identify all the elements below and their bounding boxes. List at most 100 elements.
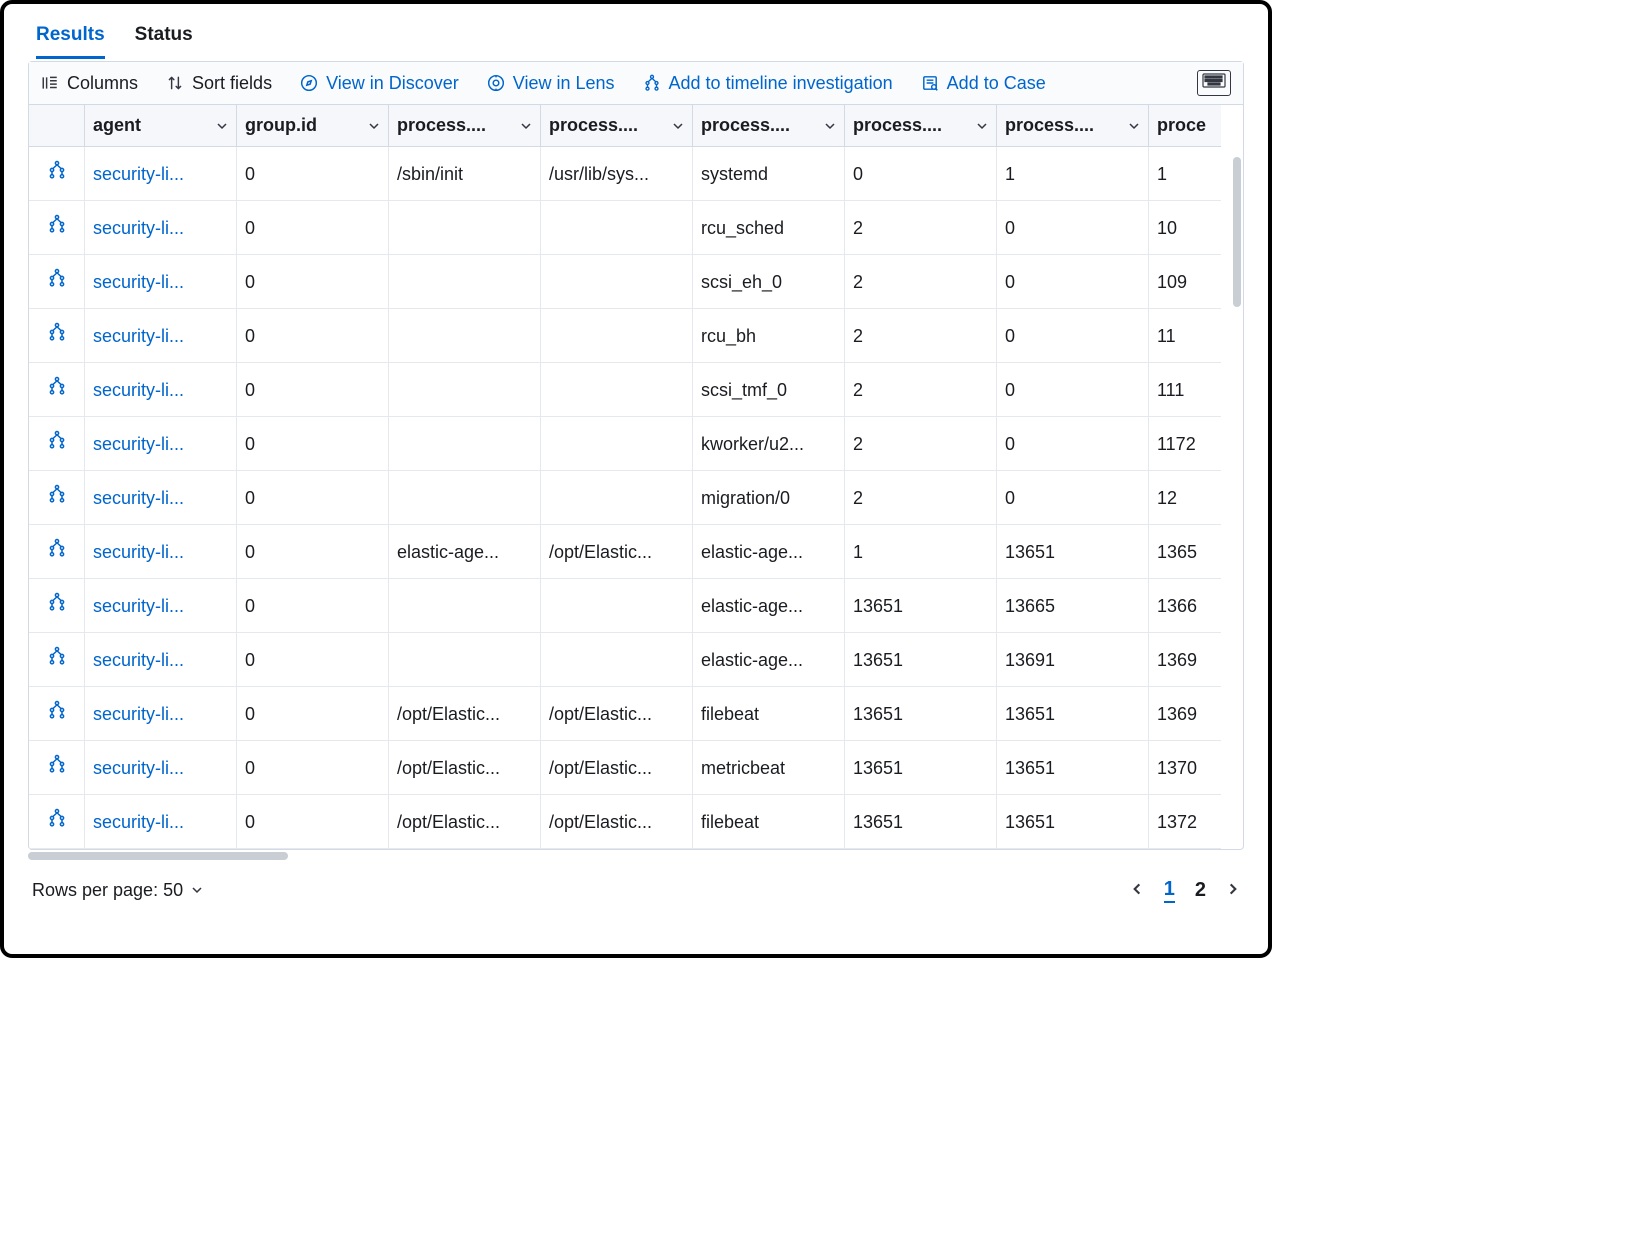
- column-header-process-5[interactable]: process....: [693, 105, 845, 147]
- column-header-group-id[interactable]: group.id: [237, 105, 389, 147]
- cell-agent[interactable]: security-li...: [85, 525, 237, 579]
- analyze-icon: [47, 164, 67, 184]
- row-analyze-button[interactable]: [29, 309, 85, 363]
- tab-results[interactable]: Results: [36, 20, 105, 59]
- cell-process-3: /opt/Elastic...: [389, 741, 541, 795]
- column-header-label: process....: [397, 115, 486, 136]
- cell-process-8: 1366: [1149, 579, 1221, 633]
- pagination-page-1[interactable]: 1: [1164, 878, 1175, 903]
- cell-process-7: 13665: [997, 579, 1149, 633]
- cell-agent[interactable]: security-li...: [85, 741, 237, 795]
- cell-group-id: 0: [237, 417, 389, 471]
- add-to-case-label: Add to Case: [947, 73, 1046, 94]
- analyze-icon: [47, 650, 67, 670]
- horizontal-scrollbar[interactable]: [28, 852, 1244, 862]
- cell-process-3: /opt/Elastic...: [389, 795, 541, 849]
- cell-process-5: filebeat: [693, 795, 845, 849]
- row-analyze-button[interactable]: [29, 201, 85, 255]
- column-header-agent[interactable]: agent: [85, 105, 237, 147]
- cell-group-id: 0: [237, 525, 389, 579]
- row-analyze-button[interactable]: [29, 633, 85, 687]
- row-analyze-button[interactable]: [29, 417, 85, 471]
- cell-process-3: [389, 633, 541, 687]
- cell-process-4: [541, 579, 693, 633]
- cell-agent[interactable]: security-li...: [85, 309, 237, 363]
- rows-per-page-button[interactable]: Rows per page: 50: [32, 880, 203, 901]
- column-header-process-7[interactable]: process....: [997, 105, 1149, 147]
- cell-process-7: 1: [997, 147, 1149, 201]
- cell-process-6: 2: [845, 255, 997, 309]
- cell-agent[interactable]: security-li...: [85, 687, 237, 741]
- add-to-case-link[interactable]: Add to Case: [921, 73, 1046, 94]
- view-in-discover-link[interactable]: View in Discover: [300, 73, 459, 94]
- row-analyze-button[interactable]: [29, 471, 85, 525]
- row-analyze-button[interactable]: [29, 795, 85, 849]
- cell-group-id: 0: [237, 255, 389, 309]
- cell-agent[interactable]: security-li...: [85, 795, 237, 849]
- cell-process-7: 13651: [997, 795, 1149, 849]
- pagination-next-button[interactable]: [1226, 879, 1240, 902]
- sort-fields-button[interactable]: Sort fields: [166, 73, 272, 94]
- cell-process-7: 0: [997, 255, 1149, 309]
- cell-process-3: /opt/Elastic...: [389, 687, 541, 741]
- analyze-icon: [47, 434, 67, 454]
- cell-agent[interactable]: security-li...: [85, 255, 237, 309]
- pagination-prev-button[interactable]: [1130, 879, 1144, 902]
- row-analyze-button[interactable]: [29, 255, 85, 309]
- cell-process-6: 13651: [845, 687, 997, 741]
- cell-agent[interactable]: security-li...: [85, 417, 237, 471]
- cell-group-id: 0: [237, 471, 389, 525]
- cell-agent[interactable]: security-li...: [85, 147, 237, 201]
- view-in-lens-link[interactable]: View in Lens: [487, 73, 615, 94]
- timeline-icon: [643, 74, 661, 92]
- add-to-timeline-link[interactable]: Add to timeline investigation: [643, 73, 893, 94]
- cell-process-5: rcu_sched: [693, 201, 845, 255]
- column-header-label: process....: [701, 115, 790, 136]
- row-analyze-button[interactable]: [29, 525, 85, 579]
- column-header-process-4[interactable]: process....: [541, 105, 693, 147]
- cell-process-5: elastic-age...: [693, 525, 845, 579]
- cell-process-8: 1370: [1149, 741, 1221, 795]
- cell-agent[interactable]: security-li...: [85, 579, 237, 633]
- chevron-down-icon: [976, 120, 988, 132]
- row-analyze-button[interactable]: [29, 687, 85, 741]
- cell-process-3: [389, 309, 541, 363]
- view-in-lens-label: View in Lens: [513, 73, 615, 94]
- columns-button[interactable]: Columns: [41, 73, 138, 94]
- cell-agent[interactable]: security-li...: [85, 363, 237, 417]
- view-in-discover-label: View in Discover: [326, 73, 459, 94]
- row-analyze-button[interactable]: [29, 363, 85, 417]
- cell-process-4: /usr/lib/sys...: [541, 147, 693, 201]
- cell-process-4: [541, 309, 693, 363]
- column-header-process-6[interactable]: process....: [845, 105, 997, 147]
- cell-process-4: /opt/Elastic...: [541, 741, 693, 795]
- cell-process-3: [389, 255, 541, 309]
- cell-process-6: 13651: [845, 633, 997, 687]
- cell-agent[interactable]: security-li...: [85, 471, 237, 525]
- cell-agent[interactable]: security-li...: [85, 201, 237, 255]
- cell-process-7: 0: [997, 363, 1149, 417]
- cell-process-4: [541, 363, 693, 417]
- pagination-page-2[interactable]: 2: [1195, 879, 1206, 902]
- column-header-process-8[interactable]: proce: [1149, 105, 1221, 147]
- cell-process-3: [389, 579, 541, 633]
- row-analyze-button[interactable]: [29, 147, 85, 201]
- row-analyze-button[interactable]: [29, 741, 85, 795]
- row-analyze-button[interactable]: [29, 579, 85, 633]
- column-header-label: process....: [549, 115, 638, 136]
- column-header-process-3[interactable]: process....: [389, 105, 541, 147]
- keyboard-shortcuts-button[interactable]: [1197, 70, 1231, 96]
- vertical-scrollbar-thumb[interactable]: [1233, 157, 1241, 307]
- cell-process-3: [389, 471, 541, 525]
- cell-process-8: 10: [1149, 201, 1221, 255]
- cell-process-3: [389, 363, 541, 417]
- cell-group-id: 0: [237, 633, 389, 687]
- vertical-scrollbar[interactable]: [1233, 157, 1241, 841]
- horizontal-scrollbar-thumb[interactable]: [28, 852, 288, 860]
- cell-group-id: 0: [237, 579, 389, 633]
- analyze-icon: [47, 596, 67, 616]
- cell-agent[interactable]: security-li...: [85, 633, 237, 687]
- cell-process-4: /opt/Elastic...: [541, 687, 693, 741]
- tab-status[interactable]: Status: [135, 20, 193, 59]
- cell-process-5: rcu_bh: [693, 309, 845, 363]
